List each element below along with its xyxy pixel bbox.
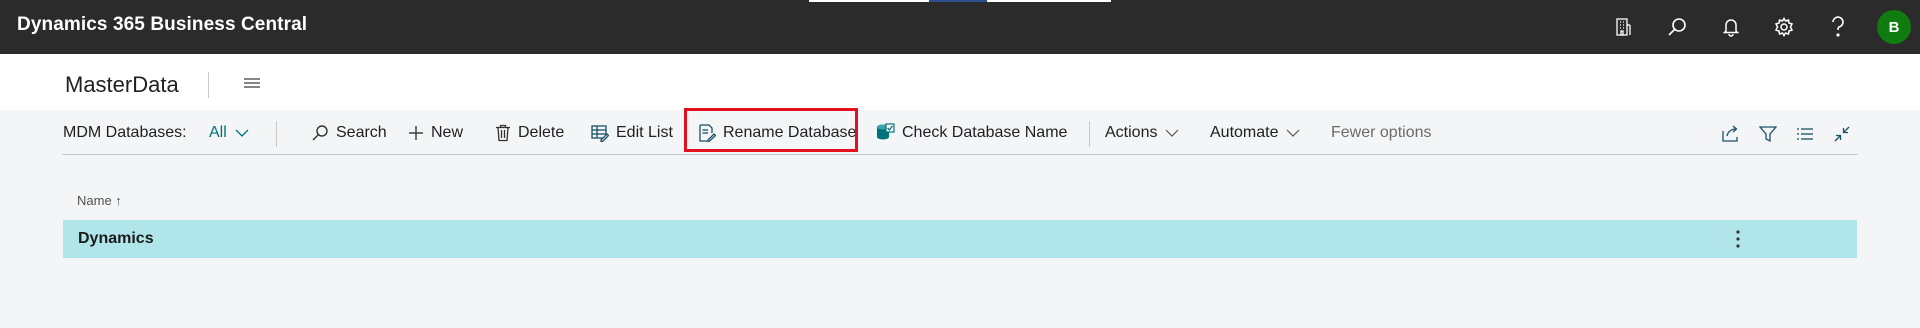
action-bar: MDM Databases: All Search New Delete Edi… xyxy=(62,118,1858,155)
share-icon[interactable] xyxy=(1719,122,1743,146)
more-options-icon[interactable] xyxy=(1730,227,1746,251)
avatar-initial: B xyxy=(1888,18,1900,36)
highlight-box xyxy=(684,108,858,152)
loading-indicator xyxy=(809,0,1111,2)
avatar[interactable]: B xyxy=(1877,10,1911,44)
filter-dropdown[interactable]: All xyxy=(209,118,249,148)
delete-button[interactable]: Delete xyxy=(495,118,564,148)
page-header: MasterData xyxy=(0,54,1920,110)
list-view-icon[interactable] xyxy=(1793,122,1817,146)
delete-button-label: Delete xyxy=(518,124,565,141)
help-icon[interactable] xyxy=(1825,14,1851,40)
new-button-label: New xyxy=(431,124,464,141)
list-label-text: MDM Databases: xyxy=(63,124,187,141)
database-check-icon xyxy=(877,123,895,140)
fewer-options-button[interactable]: Fewer options xyxy=(1331,118,1432,148)
divider xyxy=(276,121,277,147)
plus-icon xyxy=(409,126,423,140)
check-database-name-button-label: Check Database Name xyxy=(902,124,1068,141)
divider xyxy=(1089,121,1090,147)
new-button[interactable]: New xyxy=(408,118,463,148)
list-label: MDM Databases: xyxy=(63,118,187,148)
chevron-down-icon xyxy=(1166,129,1179,137)
search-icon xyxy=(312,125,328,141)
gear-icon[interactable] xyxy=(1771,14,1797,40)
edit-list-button[interactable]: Edit List xyxy=(591,118,673,148)
column-header-name[interactable]: Name ↑ xyxy=(77,193,122,208)
page-title: MasterData xyxy=(65,72,179,97)
edit-list-button-label: Edit List xyxy=(616,124,673,141)
hamburger-menu-icon[interactable] xyxy=(243,76,267,94)
company-icon[interactable] xyxy=(1610,14,1636,40)
chevron-down-icon xyxy=(235,129,249,137)
top-bar: Dynamics 365 Business Central B xyxy=(0,0,1920,54)
app-title[interactable]: Dynamics 365 Business Central xyxy=(17,14,307,36)
trash-icon xyxy=(496,124,510,142)
edit-list-icon xyxy=(591,125,609,142)
search-button[interactable]: Search xyxy=(311,118,387,148)
actions-menu[interactable]: Actions xyxy=(1105,118,1179,148)
search-button-label: Search xyxy=(336,124,387,141)
search-icon[interactable] xyxy=(1664,14,1690,40)
table-row[interactable]: Dynamics xyxy=(63,220,1857,258)
filter-icon[interactable] xyxy=(1756,122,1780,146)
check-database-name-button[interactable]: Check Database Name xyxy=(875,118,1067,148)
collapse-icon[interactable] xyxy=(1830,122,1854,146)
row-name[interactable]: Dynamics xyxy=(78,230,154,248)
actions-menu-label: Actions xyxy=(1105,124,1158,141)
bell-icon[interactable] xyxy=(1718,14,1744,40)
fewer-options-label: Fewer options xyxy=(1331,124,1432,141)
automate-menu[interactable]: Automate xyxy=(1210,118,1300,148)
automate-menu-label: Automate xyxy=(1210,124,1279,141)
filter-value: All xyxy=(209,124,227,141)
column-header-label: Name ↑ xyxy=(77,193,122,208)
divider xyxy=(208,72,209,98)
chevron-down-icon xyxy=(1287,129,1300,137)
